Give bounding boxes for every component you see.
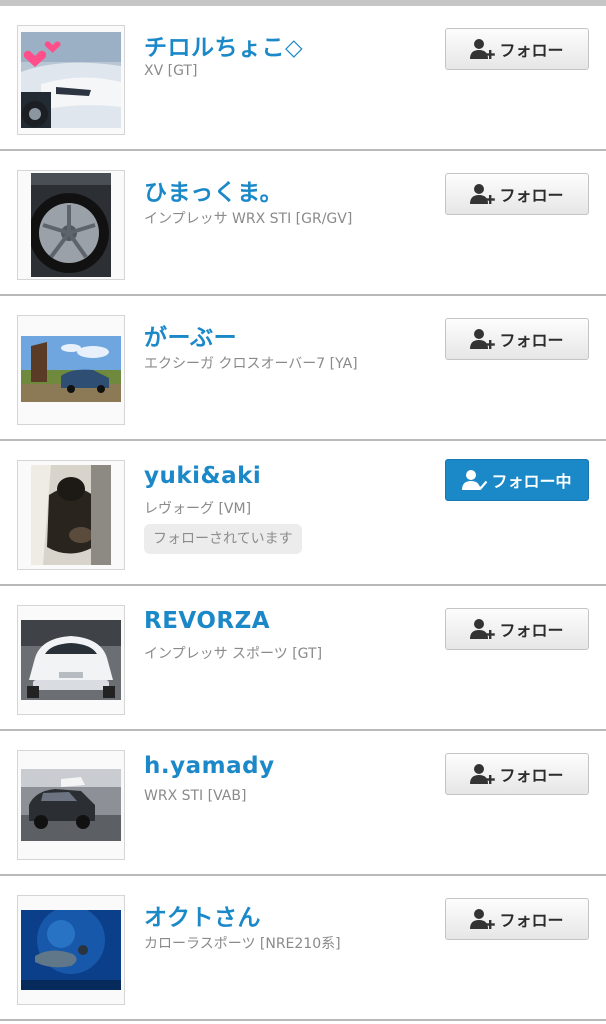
list-item: yuki&aki レヴォーグ [VM] フォローされています フォロー中	[0, 441, 606, 586]
username[interactable]: チロルちょこ◇	[144, 28, 303, 62]
avatar[interactable]	[17, 605, 125, 715]
list-item: ひまっくま。 インプレッサ WRX STI [GR/GV] フォロー	[0, 151, 606, 296]
follow-button[interactable]: フォロー	[445, 318, 589, 360]
car-model: WRX STI [VAB]	[144, 788, 247, 804]
username[interactable]: ひまっくま。	[144, 173, 283, 207]
user-plus-icon	[470, 619, 496, 639]
avatar[interactable]	[17, 170, 125, 280]
list-item: h.yamady WRX STI [VAB] フォロー	[0, 731, 606, 876]
user-plus-icon	[470, 184, 496, 204]
follow-label: フォロー	[499, 766, 564, 785]
follow-button[interactable]: フォロー	[445, 608, 589, 650]
car-photo	[21, 620, 121, 700]
car-model: インプレッサ スポーツ [GT]	[144, 646, 323, 662]
following-button[interactable]: フォロー中	[445, 459, 589, 501]
follow-label: フォロー	[499, 621, 564, 640]
list-item: チロルちょこ◇ XV [GT] フォロー	[0, 6, 606, 151]
user-plus-icon	[470, 909, 496, 929]
car-model: レヴォーグ [VM]	[144, 501, 252, 517]
follow-button[interactable]: フォロー	[445, 898, 589, 940]
username[interactable]: オクトさん	[144, 898, 261, 932]
username[interactable]: REVORZA	[144, 608, 270, 634]
list-item: REVORZA インプレッサ スポーツ [GT] フォロー	[0, 586, 606, 731]
follow-label: フォロー中	[491, 472, 572, 491]
follow-label: フォロー	[499, 186, 564, 205]
wheel-photo	[31, 173, 111, 277]
username[interactable]: yuki&aki	[144, 463, 261, 489]
avatar[interactable]	[17, 25, 125, 135]
user-list: チロルちょこ◇ XV [GT] フォロー ひまっくま。 インプレッサ WRX S…	[0, 0, 606, 1024]
username[interactable]: h.yamady	[144, 753, 275, 779]
car-model: カローラスポーツ [NRE210系]	[144, 936, 341, 952]
avatar[interactable]	[17, 750, 125, 860]
user-plus-icon	[470, 764, 496, 784]
avatar[interactable]	[17, 460, 125, 570]
avatar[interactable]	[17, 895, 125, 1005]
car-model: インプレッサ WRX STI [GR/GV]	[144, 211, 353, 227]
avatar[interactable]	[17, 315, 125, 425]
follow-label: フォロー	[499, 331, 564, 350]
car-photo	[21, 32, 121, 128]
list-item: オクトさん カローラスポーツ [NRE210系] フォロー	[0, 876, 606, 1021]
user-check-icon	[462, 470, 488, 491]
follow-button[interactable]: フォロー	[445, 753, 589, 795]
follow-label: フォロー	[499, 911, 564, 930]
username[interactable]: がーぶー	[144, 318, 237, 352]
follow-button[interactable]: フォロー	[445, 173, 589, 215]
follows-you-badge: フォローされています	[144, 524, 302, 554]
user-plus-icon	[470, 329, 496, 349]
follow-button[interactable]: フォロー	[445, 28, 589, 70]
list-item: がーぶー エクシーガ クロスオーバー7 [YA] フォロー	[0, 296, 606, 441]
follow-label: フォロー	[499, 41, 564, 60]
dog-photo	[31, 465, 111, 565]
user-plus-icon	[470, 39, 496, 59]
car-photo	[21, 336, 121, 402]
car-model: エクシーガ クロスオーバー7 [YA]	[144, 356, 358, 372]
car-photo	[21, 769, 121, 841]
car-model: XV [GT]	[144, 63, 198, 79]
aquarium-photo	[21, 910, 121, 990]
